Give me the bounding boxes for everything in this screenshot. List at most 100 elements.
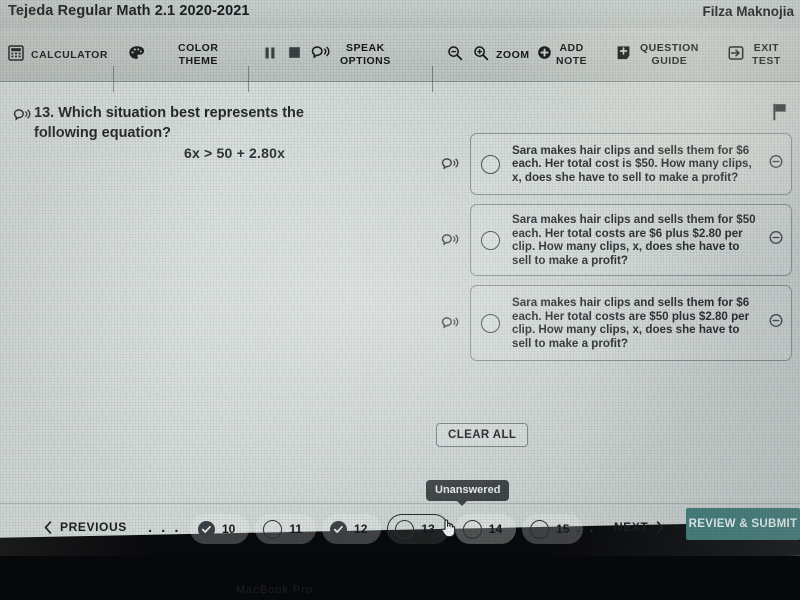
unanswered-circle-icon <box>263 519 283 539</box>
zoom-out-icon <box>447 45 463 66</box>
clear-all-button[interactable]: CLEAR ALL <box>436 423 529 447</box>
flag-question-button[interactable] <box>772 103 788 126</box>
speak-pause-button[interactable] <box>264 28 276 82</box>
question-pill-10[interactable]: 10 <box>190 514 250 544</box>
question-pill-12[interactable]: 12 <box>322 514 382 544</box>
eliminate-choice-button[interactable] <box>769 231 783 250</box>
speak-icon <box>13 109 31 121</box>
unanswered-circle-icon <box>395 519 415 539</box>
nav-ellipsis-left: · · · <box>148 523 182 540</box>
exit-test-label: EXIT TEST <box>752 42 781 67</box>
toolbar-divider-1 <box>113 66 114 92</box>
flag-icon <box>773 103 786 121</box>
zoom-in-button[interactable]: ZOOM <box>473 28 552 82</box>
answer-radio[interactable] <box>481 230 500 250</box>
question-pill-14[interactable]: 14 <box>454 514 517 544</box>
nav-top-rule <box>0 503 800 504</box>
toolbar-divider-2 <box>248 66 249 92</box>
speak-icon <box>310 45 330 65</box>
answer-radio[interactable] <box>481 313 500 333</box>
question-navigation-bar: PREVIOUS · · · 10 11 12 13 14 15 · · · N… <box>0 503 800 553</box>
toolbar-bottom-rule <box>0 81 800 82</box>
monitor-surface: Tejeda Regular Math 2.1 2020-2021 Filza … <box>0 0 800 556</box>
pause-icon <box>264 46 276 65</box>
question-prompt-text: Which situation best represents the foll… <box>34 105 304 141</box>
answer-choice[interactable]: Sara makes hair clips and sells them for… <box>428 285 792 362</box>
eliminate-choice-button[interactable] <box>769 314 783 333</box>
minus-circle-icon <box>769 314 783 328</box>
eliminate-choice-button[interactable] <box>769 155 783 174</box>
palette-icon <box>128 45 145 66</box>
answer-choice[interactable]: Sara makes hair clips and sells them for… <box>428 133 792 195</box>
zoom-in-icon <box>473 45 489 66</box>
zoom-out-button[interactable] <box>447 28 463 82</box>
answer-choice-text: Sara makes hair clips and sells them for… <box>512 213 756 267</box>
speak-play-button[interactable] <box>310 28 330 82</box>
add-note-button[interactable]: ADD NOTE <box>556 28 631 82</box>
answer-choice-box[interactable]: Sara makes hair clips and sells them for… <box>470 133 792 195</box>
zoom-label: ZOOM <box>496 48 530 61</box>
choice-speak-button[interactable] <box>428 233 470 247</box>
choice-speak-button[interactable] <box>428 157 470 171</box>
color-theme-button[interactable]: COLOR THEME <box>128 28 218 82</box>
arrow-into-box-icon <box>728 45 745 66</box>
note-plus-icon <box>616 45 631 66</box>
answer-choice-list: Sara makes hair clips and sells them for… <box>428 133 792 370</box>
speak-icon <box>441 158 458 170</box>
question-guide-button[interactable]: QUESTION GUIDE <box>640 28 745 82</box>
toolbar-divider-3 <box>432 66 433 92</box>
question-equation: 6x > 50 + 2.80x <box>184 145 286 161</box>
toolbar: CALCULATOR COLOR THEME SPEAK OPTIONS ZOO… <box>0 28 800 92</box>
calculator-label: CALCULATOR <box>31 48 108 61</box>
answer-choice-text: Sara makes hair clips and sells them for… <box>512 143 752 184</box>
photo-of-laptop-screen: Tejeda Regular Math 2.1 2020-2021 Filza … <box>0 0 800 600</box>
unanswered-tooltip: Unanswered <box>426 480 510 506</box>
speak-options-button[interactable]: SPEAK OPTIONS <box>340 28 391 82</box>
answer-choice-box[interactable]: Sara makes hair clips and sells them for… <box>470 285 792 362</box>
stop-icon <box>288 46 301 64</box>
answer-choice[interactable]: Sara makes hair clips and sells them for… <box>428 204 792 277</box>
previous-button[interactable]: PREVIOUS <box>44 520 127 534</box>
color-theme-label: COLOR THEME <box>178 42 219 67</box>
answered-check-icon <box>198 520 215 538</box>
plus-circle-icon <box>537 45 552 65</box>
question-pill-number: 10 <box>222 522 236 536</box>
unanswered-circle-icon <box>530 519 550 539</box>
question-pill-number: 14 <box>488 522 503 536</box>
exit-test-button[interactable]: EXIT TEST <box>752 28 781 82</box>
speak-options-label: SPEAK OPTIONS <box>340 42 391 67</box>
answer-choice-box[interactable]: Sara makes hair clips and sells them for… <box>470 204 792 277</box>
minus-circle-icon <box>769 231 783 245</box>
hand-cursor-icon <box>441 519 456 538</box>
unanswered-circle-icon <box>462 519 482 539</box>
next-button[interactable]: NEXT <box>614 520 664 534</box>
question-prompt: 13. Which situation best represents the … <box>34 103 364 143</box>
answer-radio[interactable] <box>481 154 500 174</box>
question-guide-label: QUESTION GUIDE <box>640 42 699 67</box>
calculator-button[interactable]: CALCULATOR <box>8 28 108 82</box>
speak-stop-button[interactable] <box>288 28 301 82</box>
minus-circle-icon <box>769 155 783 168</box>
laptop-bezel-label: MacBook Pro <box>236 584 314 596</box>
student-name: Filza Maknojia <box>702 4 794 19</box>
answered-check-icon <box>330 520 348 538</box>
question-pill-11[interactable]: 11 <box>255 514 317 544</box>
choice-speak-button[interactable] <box>428 316 470 330</box>
title-bar: Tejeda Regular Math 2.1 2020-2021 Filza … <box>0 0 800 28</box>
review-and-submit-button[interactable]: REVIEW & SUBMIT <box>686 508 800 540</box>
chevron-right-icon <box>657 520 664 534</box>
course-title: Tejeda Regular Math 2.1 2020-2021 <box>8 3 250 19</box>
question-number: 13. <box>34 105 55 121</box>
question-speak-button[interactable] <box>12 108 31 127</box>
question-pill-number: 11 <box>289 522 303 536</box>
question-pill-number: 12 <box>354 522 368 536</box>
speak-icon <box>441 234 458 246</box>
calculator-icon <box>8 44 24 66</box>
answer-choice-text: Sara makes hair clips and sells them for… <box>512 296 750 350</box>
add-note-label: ADD NOTE <box>556 42 588 67</box>
mouse-cursor-pointer <box>440 518 456 543</box>
question-pill-number: 13 <box>421 522 435 536</box>
next-label: NEXT <box>614 520 649 534</box>
previous-label: PREVIOUS <box>60 520 127 534</box>
question-pill-list: 10 11 12 13 14 15 <box>190 514 584 544</box>
